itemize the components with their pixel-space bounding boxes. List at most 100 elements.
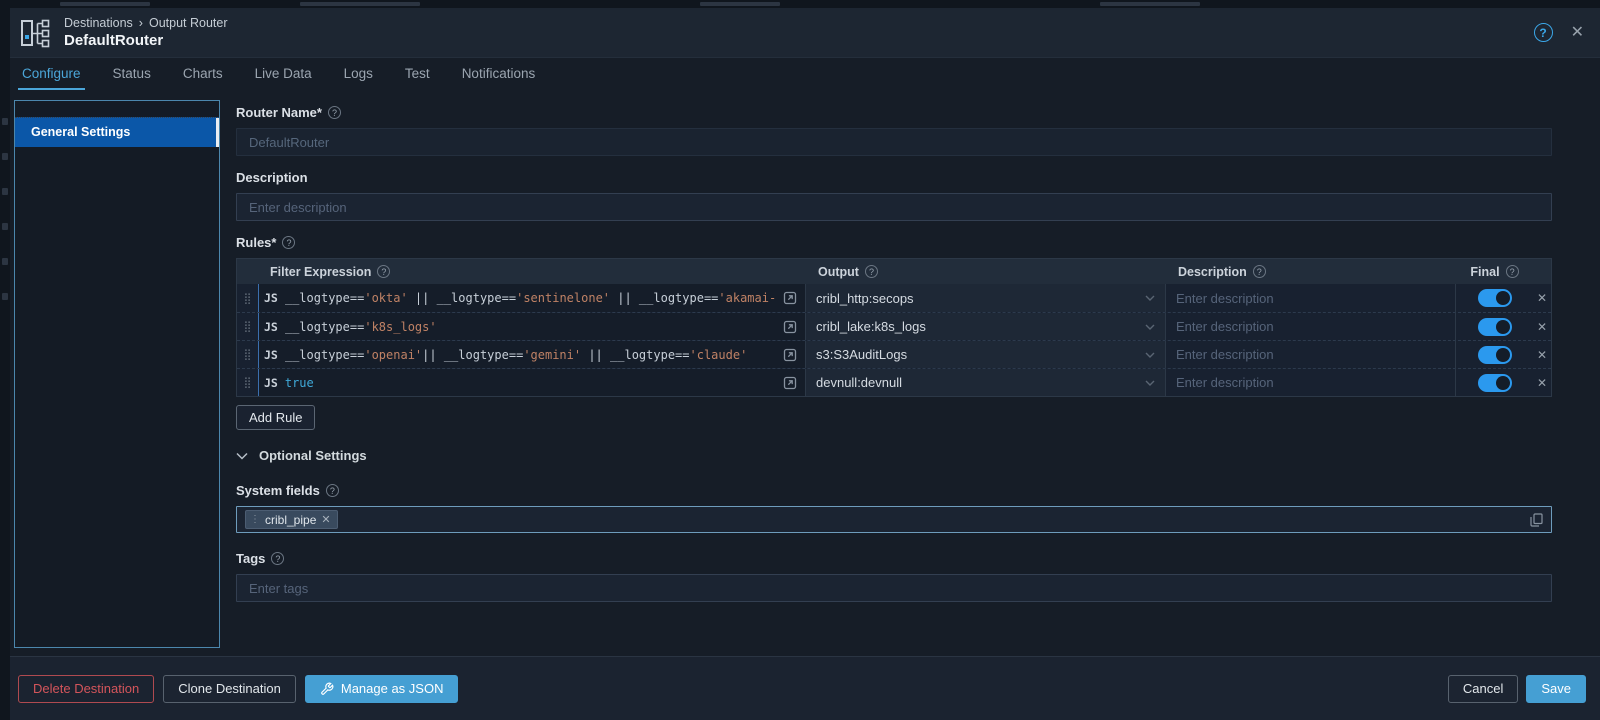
output-select[interactable]: devnull:devnull (806, 369, 1166, 396)
expression-code[interactable]: __logtype=='okta' || __logtype=='sentine… (285, 291, 775, 305)
config-form: Router Name* ? Description Rules* ? Filt… (236, 90, 1552, 602)
expand-expression-icon[interactable] (783, 291, 797, 305)
output-select[interactable]: cribl_http:secops (806, 284, 1166, 312)
chip-label: cribl_pipe (265, 513, 316, 527)
system-fields-help-icon[interactable]: ? (326, 484, 339, 497)
rules-help-icon[interactable]: ? (282, 236, 295, 249)
row-drag-handle-icon[interactable]: ⣿ (237, 341, 258, 368)
js-badge: JS (259, 320, 285, 334)
manage-as-json-button[interactable]: Manage as JSON (305, 675, 459, 703)
tab-notifications[interactable]: Notifications (458, 58, 540, 90)
final-help-icon[interactable]: ? (1506, 265, 1519, 278)
tab-status[interactable]: Status (109, 58, 155, 90)
expression-code[interactable]: true (285, 376, 775, 390)
tab-charts[interactable]: Charts (179, 58, 227, 90)
sidebar-item-general-settings[interactable]: General Settings (15, 117, 219, 147)
router-name-input[interactable] (236, 128, 1552, 156)
description-label-row: Description (236, 170, 1552, 185)
expression-code[interactable]: __logtype=='openai'|| __logtype=='gemini… (285, 348, 775, 362)
settings-nav-panel: General Settings (14, 100, 220, 648)
final-toggle[interactable] (1478, 318, 1512, 336)
remove-rule-icon[interactable]: ✕ (1533, 341, 1551, 368)
rule-row: ⣿JStrue devnull:devnull ✕ (237, 368, 1551, 396)
breadcrumb-output-router[interactable]: Output Router (149, 16, 228, 30)
save-button[interactable]: Save (1526, 675, 1586, 703)
rules-table-header: Filter Expression ? Output ? Description… (237, 259, 1551, 284)
expand-expression-icon[interactable] (783, 348, 797, 362)
drawer-footer: Delete Destination Clone Destination Man… (10, 656, 1600, 720)
chip-drag-icon[interactable]: ⋮ (250, 514, 260, 525)
row-drag-handle-icon[interactable]: ⣿ (237, 313, 258, 340)
system-fields-input[interactable]: ⋮ cribl_pipe ✕ (236, 506, 1552, 533)
description-help-icon[interactable]: ? (1253, 265, 1266, 278)
expression-code[interactable]: __logtype=='k8s_logs' (285, 320, 775, 334)
filter-expression-help-icon[interactable]: ? (377, 265, 390, 278)
tags-help-icon[interactable]: ? (271, 552, 284, 565)
breadcrumb-destinations[interactable]: Destinations (64, 16, 133, 30)
close-icon[interactable]: ✕ (1571, 25, 1584, 41)
output-select[interactable]: cribl_lake:k8s_logs (806, 313, 1166, 340)
optional-settings-label: Optional Settings (259, 448, 367, 463)
chevron-down-icon (1145, 352, 1155, 358)
tab-live-data[interactable]: Live Data (251, 58, 316, 90)
filter-expression-cell[interactable]: JS__logtype=='okta' || __logtype=='senti… (258, 284, 806, 312)
add-rule-button[interactable]: Add Rule (236, 405, 315, 430)
tags-input[interactable] (236, 574, 1552, 602)
rule-row: ⣿JS__logtype=='k8s_logs' cribl_lake:k8s_l… (237, 312, 1551, 340)
output-select[interactable]: s3:S3AuditLogs (806, 341, 1166, 368)
remove-rule-icon[interactable]: ✕ (1533, 313, 1551, 340)
rule-description-input[interactable] (1166, 284, 1455, 312)
title-block: Destinations › Output Router DefaultRout… (64, 16, 227, 49)
description-header-label: Description (1178, 265, 1247, 279)
tab-configure[interactable]: Configure (18, 58, 85, 90)
filter-expression-cell[interactable]: JS__logtype=='openai'|| __logtype=='gemi… (258, 341, 806, 368)
wrench-icon (320, 682, 334, 696)
row-drag-handle-icon[interactable]: ⣿ (237, 369, 258, 396)
description-input[interactable] (236, 193, 1552, 221)
filter-expression-cell[interactable]: JStrue (258, 369, 806, 396)
final-cell (1456, 369, 1533, 396)
copy-icon[interactable] (1530, 513, 1543, 527)
router-name-help-icon[interactable]: ? (328, 106, 341, 119)
rule-description-input[interactable] (1166, 313, 1455, 340)
col-remove (1533, 259, 1551, 284)
optional-settings-toggle[interactable]: Optional Settings (236, 448, 1552, 463)
filter-expression-cell[interactable]: JS__logtype=='k8s_logs' (258, 313, 806, 340)
col-drag-handle (237, 259, 258, 284)
output-help-icon[interactable]: ? (865, 265, 878, 278)
cancel-button[interactable]: Cancel (1448, 675, 1518, 703)
col-filter-expression: Filter Expression ? (258, 259, 806, 284)
final-toggle[interactable] (1478, 374, 1512, 392)
rule-description-input[interactable] (1166, 369, 1455, 396)
system-fields-label-row: System fields ? (236, 483, 1552, 498)
help-icon[interactable]: ? (1534, 23, 1553, 42)
router-name-label-row: Router Name* ? (236, 105, 1552, 120)
header-actions: ? ✕ (1534, 23, 1584, 42)
rule-description-cell (1166, 284, 1456, 312)
clone-destination-button[interactable]: Clone Destination (163, 675, 296, 703)
chip-remove-icon[interactable]: ✕ (321, 513, 330, 526)
final-toggle[interactable] (1478, 346, 1512, 364)
chevron-down-icon (1145, 324, 1155, 330)
expand-expression-icon[interactable] (783, 376, 797, 390)
output-value: cribl_lake:k8s_logs (816, 319, 926, 334)
row-drag-handle-icon[interactable]: ⣿ (237, 284, 258, 312)
rule-row: ⣿JS__logtype=='okta' || __logtype=='sent… (237, 284, 1551, 312)
output-header-label: Output (818, 265, 859, 279)
toggle-knob (1496, 320, 1510, 334)
tab-logs[interactable]: Logs (340, 58, 377, 90)
expand-expression-icon[interactable] (783, 320, 797, 334)
remove-rule-icon[interactable]: ✕ (1533, 369, 1551, 396)
rules-label-row: Rules* ? (236, 235, 1552, 250)
final-toggle[interactable] (1478, 289, 1512, 307)
output-value: devnull:devnull (816, 375, 902, 390)
rule-description-cell (1166, 369, 1456, 396)
delete-destination-button[interactable]: Delete Destination (18, 675, 154, 703)
remove-rule-icon[interactable]: ✕ (1533, 284, 1551, 312)
rule-description-cell (1166, 341, 1456, 368)
rule-description-input[interactable] (1166, 341, 1455, 368)
destination-config-drawer: Destinations › Output Router DefaultRout… (10, 8, 1600, 720)
tags-label-row: Tags ? (236, 551, 1552, 566)
toggle-knob (1496, 376, 1510, 390)
tab-test[interactable]: Test (401, 58, 434, 90)
